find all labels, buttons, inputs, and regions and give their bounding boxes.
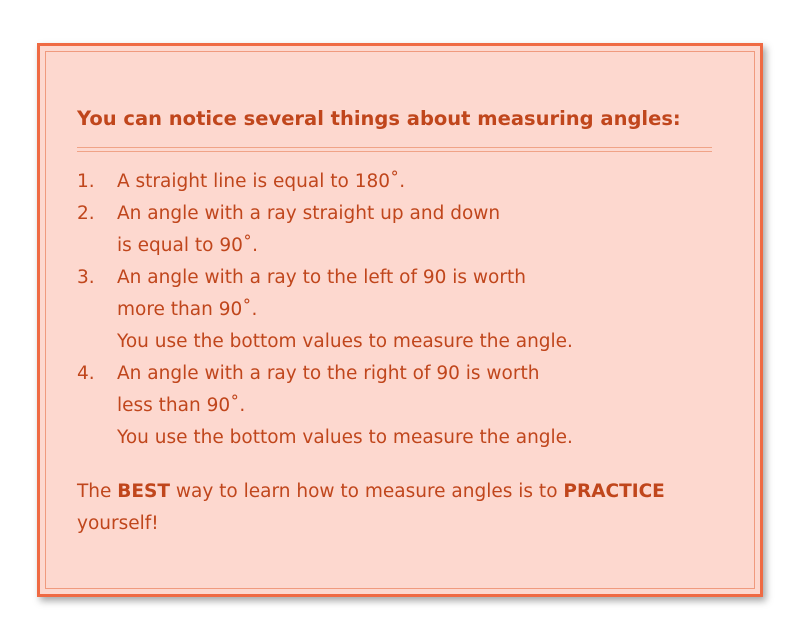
list-item: 2. An angle with a ray straight up and d…: [77, 198, 737, 262]
item-line: You use the bottom values to measure the…: [117, 427, 573, 448]
item-number: 1.: [77, 171, 95, 192]
item-number: 4.: [77, 363, 95, 384]
list-item: 3. An angle with a ray to the left of 90…: [77, 262, 737, 358]
item-line: An angle with a ray to the left of 90 is…: [117, 267, 526, 288]
closing-text: The: [77, 481, 118, 502]
item-line: An angle with a ray straight up and down: [117, 203, 501, 224]
item-text: An angle with a ray to the right of 90 i…: [117, 358, 573, 454]
item-line: You use the bottom values to measure the…: [117, 331, 573, 352]
item-line: An angle with a ray to the right of 90 i…: [117, 363, 540, 384]
item-text: An angle with a ray to the left of 90 is…: [117, 262, 573, 358]
closing-text: way to learn how to measure angles is to: [169, 481, 564, 502]
closing-line-2: yourself!: [77, 513, 159, 534]
closing-statement: The BEST way to learn how to measure ang…: [77, 476, 737, 540]
item-line: less than 90˚.: [117, 395, 246, 416]
emphasis-practice: PRACTICE: [563, 481, 665, 502]
item-line: is equal to 90˚.: [117, 235, 258, 256]
heading-divider: [77, 147, 712, 152]
item-line: more than 90˚.: [117, 299, 258, 320]
item-number: 2.: [77, 203, 95, 224]
info-card: You can notice several things about meas…: [37, 43, 763, 597]
closing-line-1: The BEST way to learn how to measure ang…: [77, 476, 737, 508]
observations-list: 1. A straight line is equal to 180˚. 2. …: [77, 166, 737, 454]
item-line: A straight line is equal to 180˚.: [117, 171, 406, 192]
item-number: 3.: [77, 267, 95, 288]
card-content: You can notice several things about meas…: [77, 106, 737, 540]
item-text: A straight line is equal to 180˚.: [117, 166, 405, 198]
list-item: 1. A straight line is equal to 180˚.: [77, 166, 737, 198]
list-item: 4. An angle with a ray to the right of 9…: [77, 358, 737, 454]
emphasis-best: BEST: [117, 481, 170, 502]
item-text: An angle with a ray straight up and down…: [117, 198, 500, 262]
card-heading: You can notice several things about meas…: [77, 107, 681, 130]
